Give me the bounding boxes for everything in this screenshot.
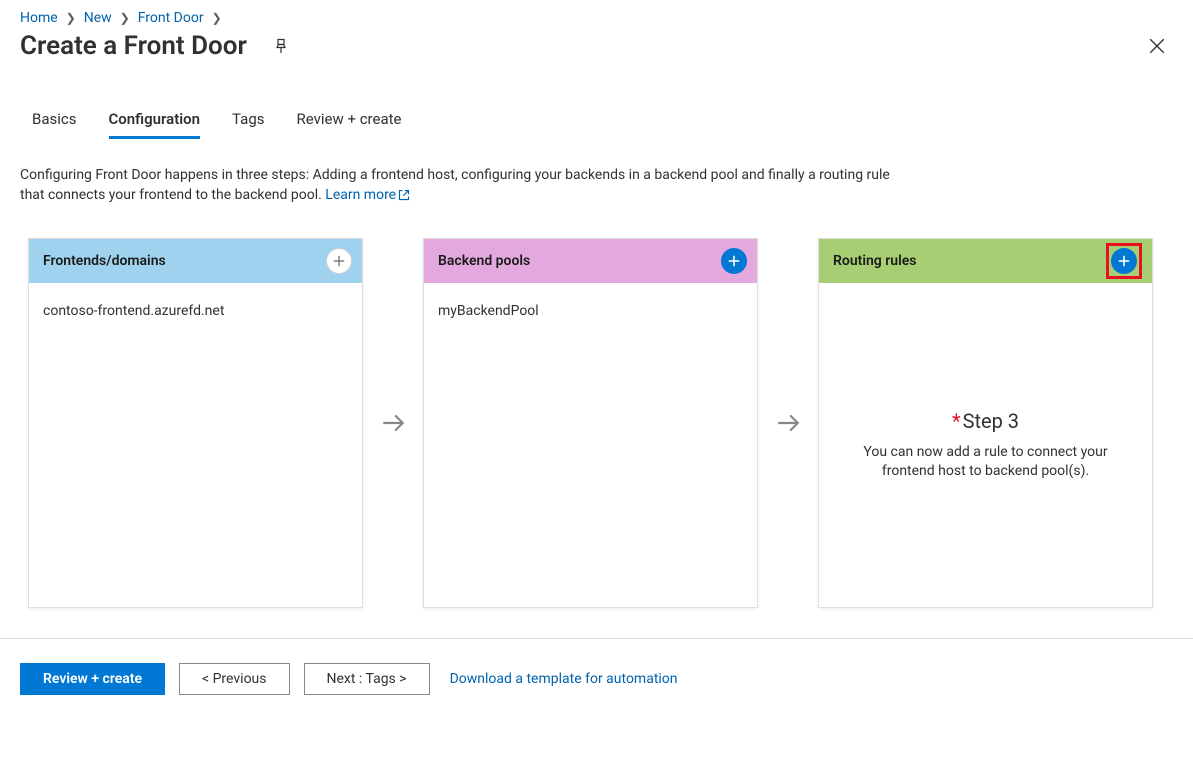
plus-icon [1117, 254, 1131, 268]
routing-step-label: *Step 3 [952, 409, 1019, 433]
previous-button[interactable]: < Previous [179, 663, 289, 695]
add-routing-highlight [1106, 243, 1142, 279]
frontends-card-header: Frontends/domains [29, 239, 362, 283]
arrow-2 [766, 238, 810, 608]
next-button[interactable]: Next : Tags > [304, 663, 430, 695]
download-template-link[interactable]: Download a template for automation [450, 671, 678, 687]
backends-card-title: Backend pools [438, 253, 530, 269]
breadcrumb-home[interactable]: Home [20, 10, 58, 26]
routing-card-header: Routing rules [819, 239, 1152, 283]
backends-card-header: Backend pools [424, 239, 757, 283]
arrow-right-icon [380, 410, 406, 436]
chevron-right-icon: ❯ [66, 11, 76, 25]
add-backend-button[interactable] [721, 248, 747, 274]
backend-item[interactable]: myBackendPool [438, 303, 743, 319]
learn-more-link[interactable]: Learn more [325, 187, 410, 203]
config-cards-row: Frontends/domains contoso-frontend.azure… [0, 206, 1193, 638]
footer-bar: Review + create < Previous Next : Tags >… [0, 638, 1193, 719]
frontends-card: Frontends/domains contoso-frontend.azure… [28, 238, 363, 608]
add-routing-rule-button[interactable] [1111, 248, 1137, 274]
review-create-button[interactable]: Review + create [20, 663, 165, 695]
frontend-item[interactable]: contoso-frontend.azurefd.net [43, 303, 348, 319]
tab-review-create[interactable]: Review + create [297, 110, 402, 139]
intro-body: Configuring Front Door happens in three … [20, 167, 890, 203]
tab-tags[interactable]: Tags [232, 110, 264, 139]
pin-icon[interactable] [265, 30, 297, 62]
breadcrumb-new[interactable]: New [84, 10, 112, 26]
page-title: Create a Front Door [20, 31, 247, 61]
title-row: Create a Front Door [0, 30, 1193, 70]
routing-card-title: Routing rules [833, 253, 916, 269]
breadcrumb-front-door[interactable]: Front Door [138, 10, 204, 26]
routing-card: Routing rules *Step 3 You can now add a … [818, 238, 1153, 608]
routing-card-body: *Step 3 You can now add a rule to connec… [819, 283, 1152, 607]
breadcrumb: Home ❯ New ❯ Front Door ❯ [0, 0, 1193, 30]
required-asterisk: * [952, 409, 961, 433]
chevron-right-icon: ❯ [120, 11, 130, 25]
tab-basics[interactable]: Basics [32, 110, 77, 139]
frontends-card-body: contoso-frontend.azurefd.net [29, 283, 362, 607]
frontends-card-title: Frontends/domains [43, 253, 166, 269]
arrow-1 [371, 238, 415, 608]
plus-icon [332, 254, 346, 268]
external-link-icon [398, 189, 410, 201]
close-icon[interactable] [1141, 30, 1173, 62]
routing-step-description: You can now add a rule to connect your f… [839, 443, 1132, 481]
backends-card-body: myBackendPool [424, 283, 757, 607]
tab-configuration[interactable]: Configuration [109, 110, 201, 139]
chevron-right-icon: ❯ [212, 11, 222, 25]
intro-text: Configuring Front Door happens in three … [0, 139, 920, 206]
add-frontend-button[interactable] [326, 248, 352, 274]
plus-icon [727, 254, 741, 268]
tabs: Basics Configuration Tags Review + creat… [0, 70, 1193, 139]
backends-card: Backend pools myBackendPool [423, 238, 758, 608]
arrow-right-icon [775, 410, 801, 436]
